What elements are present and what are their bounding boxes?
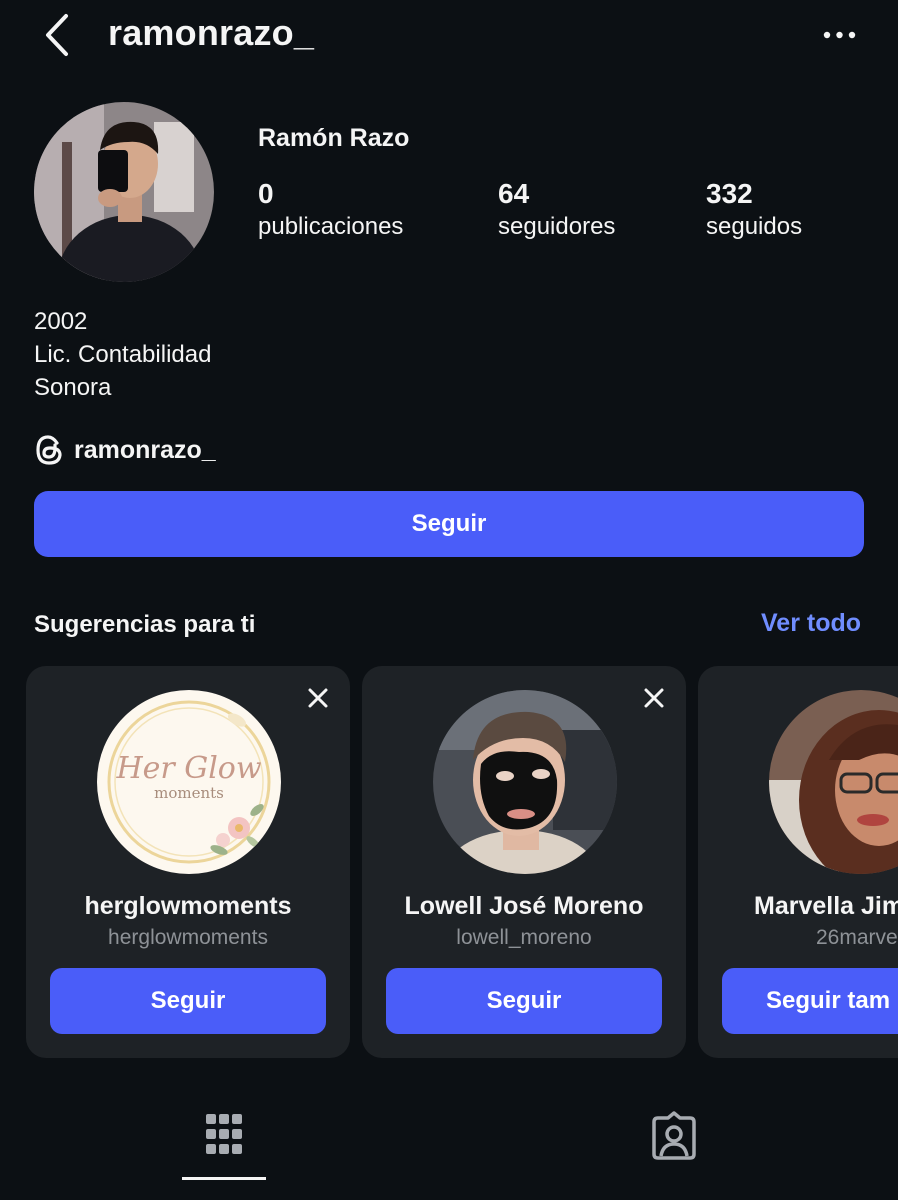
stat-following-label: seguidos — [706, 213, 803, 240]
suggestion-name: Marvella Jim — [754, 892, 898, 920]
more-horizontal-icon — [823, 31, 856, 39]
stat-posts[interactable]: 0 publicaciones — [258, 178, 403, 244]
stat-posts-value: 0 — [258, 178, 274, 209]
logo-subtitle: moments — [154, 784, 224, 802]
back-button[interactable] — [40, 10, 80, 60]
suggestion-follow-button[interactable]: Seguir — [386, 968, 662, 1034]
stat-following-value: 332 — [706, 178, 753, 209]
suggestion-username: 26marve — [816, 926, 898, 949]
display-name: Ramón Razo — [258, 124, 410, 152]
suggestion-follow-button[interactable]: Seguir tam — [722, 968, 898, 1034]
tab-tagged[interactable] — [648, 1110, 700, 1162]
suggestion-avatar[interactable]: Her Glow moments — [97, 690, 281, 874]
stat-followers-label: seguidores — [498, 213, 616, 240]
close-icon — [644, 688, 664, 708]
suggestion-follow-button[interactable]: Seguir — [50, 968, 326, 1034]
header-username: ramonrazo_ — [108, 12, 315, 53]
follow-button[interactable]: Seguir — [34, 491, 864, 557]
threads-link[interactable]: ramonrazo_ — [34, 432, 216, 468]
more-options-button[interactable] — [820, 28, 860, 40]
stat-followers[interactable]: 64 seguidores — [498, 178, 615, 244]
threads-handle: ramonrazo_ — [74, 435, 216, 464]
tab-posts-grid[interactable] — [200, 1110, 248, 1162]
tab-selected-indicator — [182, 1177, 266, 1180]
suggestion-name: herglowmoments — [84, 892, 292, 920]
bio-line: Lic. Contabilidad — [34, 341, 212, 368]
suggestion-username: lowell_moreno — [456, 926, 592, 949]
stat-followers-value: 64 — [498, 178, 530, 209]
grid-icon — [206, 1114, 242, 1154]
suggestion-card[interactable]: Lowell José Moreno lowell_moreno Seguir — [362, 666, 686, 1058]
close-icon — [308, 688, 328, 708]
chevron-left-icon — [46, 14, 68, 56]
suggestion-card[interactable]: Her Glow moments herglowmoments herglowm… — [26, 666, 350, 1058]
bio-line: Sonora — [34, 374, 112, 401]
suggestion-avatar[interactable] — [433, 690, 617, 874]
tagged-icon — [652, 1111, 696, 1160]
suggestion-username: herglowmoments — [108, 926, 268, 949]
dismiss-button[interactable] — [306, 686, 330, 710]
dismiss-button[interactable] — [642, 686, 666, 710]
logo-wordmark: Her Glow — [115, 751, 261, 786]
suggestion-avatar[interactable] — [769, 690, 898, 874]
stat-posts-label: publicaciones — [258, 213, 404, 240]
suggestions-title: Sugerencias para ti — [34, 611, 256, 638]
see-all-link[interactable]: Ver todo — [761, 609, 861, 638]
stat-following[interactable]: 332 seguidos — [706, 178, 802, 244]
suggestion-name: Lowell José Moreno — [404, 892, 644, 920]
profile-avatar[interactable] — [34, 102, 214, 282]
suggestion-card[interactable]: Marvella Jim 26marve Seguir tam — [698, 666, 898, 1058]
threads-icon — [36, 435, 62, 465]
bio-line: 2002 — [34, 308, 88, 335]
